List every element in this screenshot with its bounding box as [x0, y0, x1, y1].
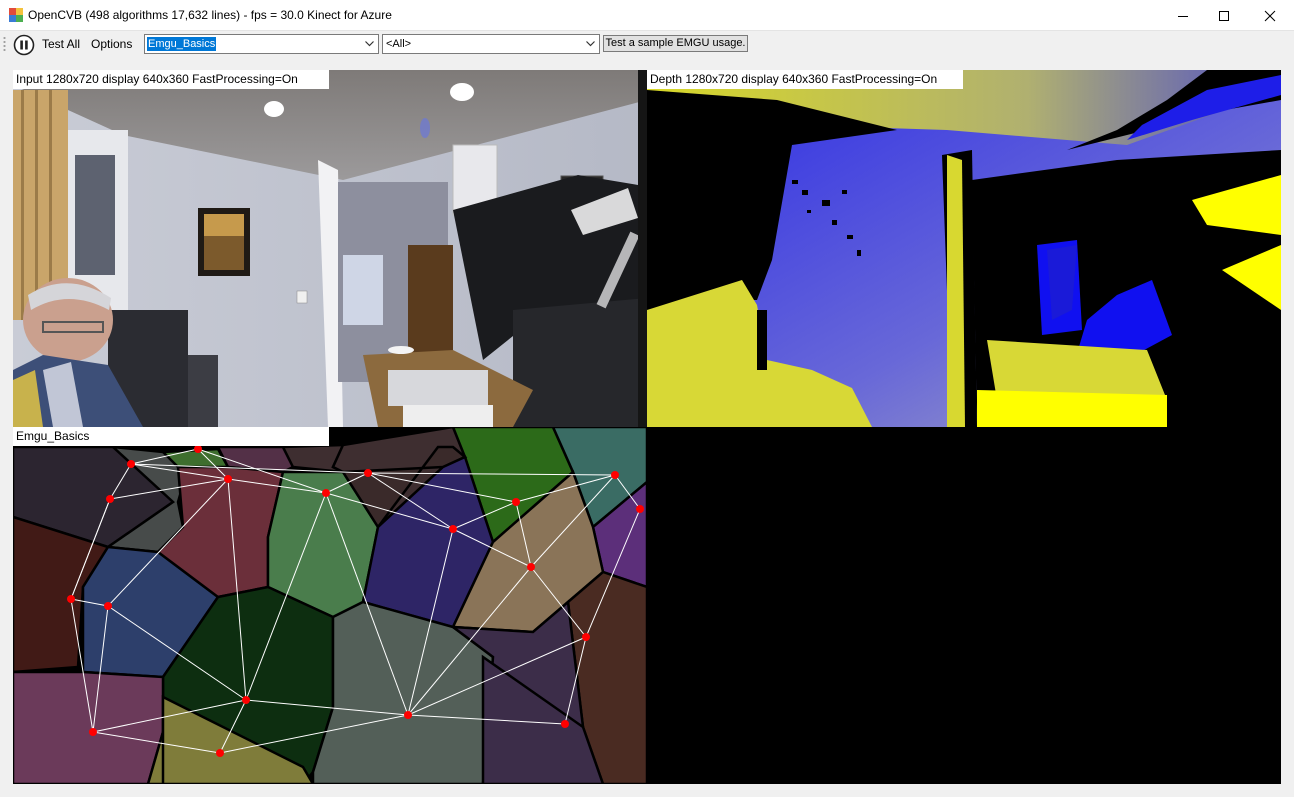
minimize-button[interactable] [1160, 0, 1206, 31]
input-panel-label: Input 1280x720 display 640x360 FastProce… [13, 70, 329, 89]
result1-panel-label: Emgu_Basics [13, 427, 329, 446]
group-select-value: <All> [386, 38, 412, 50]
depth-panel-label: Depth 1280x720 display 640x360 FastProce… [647, 70, 963, 89]
depth-colormap-image [647, 70, 1281, 427]
maximize-button[interactable] [1201, 0, 1247, 31]
minimize-icon [1178, 15, 1188, 17]
app-icon [9, 8, 23, 22]
chevron-down-icon [365, 41, 374, 47]
title-bar: OpenCVB (498 algorithms 17,632 lines) - … [0, 0, 1294, 31]
result2-panel[interactable] [647, 427, 1281, 784]
algorithm-select-value: Emgu_Basics [147, 37, 217, 51]
options-button[interactable]: Options [91, 37, 132, 51]
depth-image-panel[interactable]: Depth 1280x720 display 640x360 FastProce… [647, 70, 1281, 427]
maximize-icon [1219, 10, 1229, 21]
voronoi-delaunay-image [13, 427, 647, 784]
close-icon [1264, 10, 1276, 21]
window-title: OpenCVB (498 algorithms 17,632 lines) - … [28, 8, 392, 22]
algorithm-select[interactable]: Emgu_Basics [144, 34, 379, 54]
input-image-panel[interactable]: Input 1280x720 display 640x360 FastProce… [13, 70, 647, 427]
room-camera-image [13, 70, 647, 427]
group-select[interactable]: <All> [382, 34, 600, 54]
test-all-button[interactable]: Test All [42, 37, 80, 51]
chevron-down-icon [586, 41, 595, 47]
close-button[interactable] [1247, 0, 1293, 31]
pause-icon[interactable] [12, 34, 36, 56]
toolbar-grip[interactable] [3, 36, 6, 53]
result1-panel[interactable]: Emgu_Basics [13, 427, 647, 784]
algorithm-description-button[interactable]: Test a sample EMGU usage. [603, 35, 748, 52]
